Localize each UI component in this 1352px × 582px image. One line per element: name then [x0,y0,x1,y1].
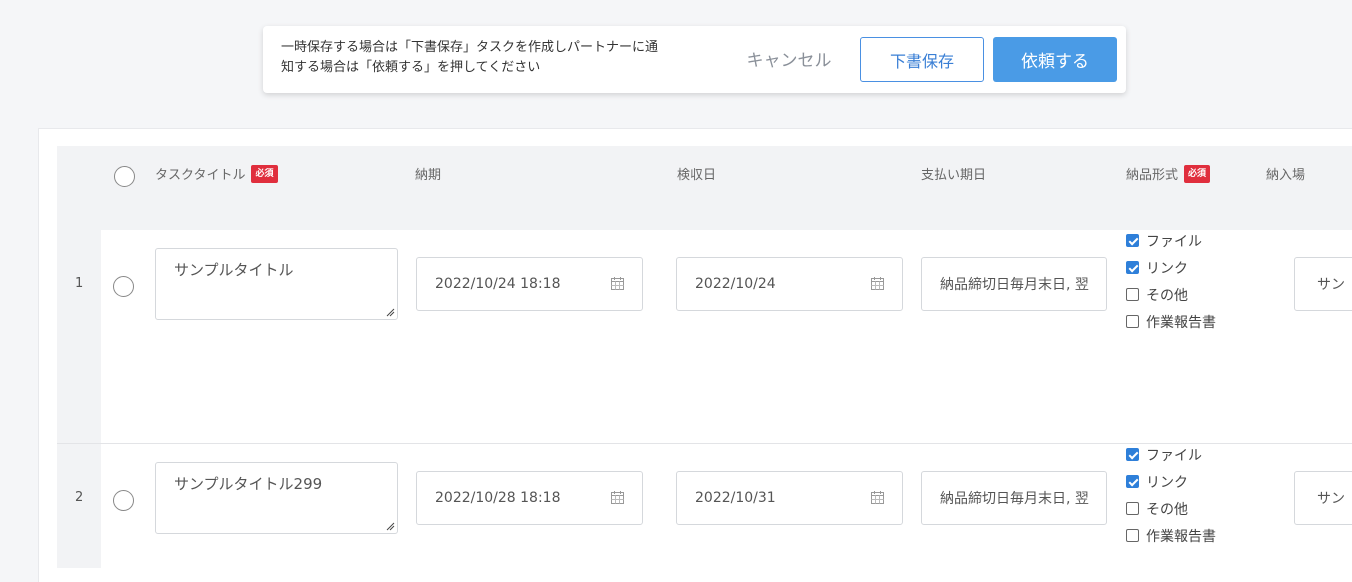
checkbox-label: 作業報告書 [1146,528,1216,545]
header-delivery-format: 納品形式 必須 [1126,164,1211,183]
checkbox-file[interactable]: ファイル [1126,441,1216,468]
checkbox-other[interactable]: その他 [1126,281,1216,308]
checkbox-other[interactable]: その他 [1126,495,1216,522]
checkbox-unchecked[interactable] [1126,502,1139,515]
checkbox-label: その他 [1146,287,1188,304]
due-date-value: 2022/10/28 18:18 [435,490,561,506]
row-select-radio[interactable] [113,276,134,297]
header-task-title: タスクタイトル 必須 [155,164,278,183]
task-title-value: サンプルタイトル [174,261,294,279]
inspection-date-input[interactable]: 2022/10/31 [676,471,903,525]
payment-due-input[interactable]: 納品締切日毎月末日, 翌 [921,257,1107,311]
checkbox-checked[interactable] [1126,475,1139,488]
header-payment: 支払い期日 [921,168,987,183]
calendar-icon[interactable] [611,277,624,290]
checkbox-label: 作業報告書 [1146,314,1216,331]
table-header: タスクタイトル 必須 納期 検収日 支払い期日 納品形式 必須 納入場 [57,146,1352,230]
checkbox-unchecked[interactable] [1126,529,1139,542]
header-delivery-format-label: 納品形式 [1126,168,1179,183]
checkbox-checked[interactable] [1126,448,1139,461]
header-due: 納期 [415,168,442,183]
action-message: 一時保存する場合は「下書保存」タスクを作成しパートナーに通 知する場合は「依頼す… [281,38,721,78]
calendar-icon[interactable] [871,277,884,290]
select-all-radio[interactable] [114,166,135,187]
payment-due-input[interactable]: 納品締切日毎月末日, 翌 [921,471,1107,525]
row-number-cell [57,444,101,568]
calendar-icon[interactable] [611,491,624,504]
task-title-value: サンプルタイトル299 [174,475,323,493]
inspection-date-value: 2022/10/24 [695,276,776,292]
task-title-input[interactable]: サンプルタイトル [155,248,398,320]
action-message-line2: 知する場合は「依頼する」を押してください [281,60,541,75]
checkbox-label: ファイル [1146,233,1202,250]
header-inspection: 検収日 [677,168,717,183]
required-badge: 必須 [1184,164,1211,183]
resize-handle-icon[interactable] [385,521,395,531]
checkbox-link[interactable]: リンク [1126,468,1216,495]
delivery-format-checkboxes: ファイル リンク その他 作業報告書 [1126,441,1216,549]
delivery-place-input[interactable]: サン [1294,471,1352,525]
checkbox-label: リンク [1146,474,1188,491]
header-delivery-place: 納入場 [1266,168,1306,183]
delivery-place-input[interactable]: サン [1294,257,1352,311]
resize-handle-icon[interactable] [385,307,395,317]
checkbox-work-report[interactable]: 作業報告書 [1126,522,1216,549]
checkbox-link[interactable]: リンク [1126,254,1216,281]
checkbox-label: ファイル [1146,447,1202,464]
inspection-date-value: 2022/10/31 [695,490,776,506]
save-draft-button[interactable]: 下書保存 [860,37,984,82]
checkbox-label: その他 [1146,501,1188,518]
checkbox-checked[interactable] [1126,234,1139,247]
delivery-place-value: サン [1317,277,1345,293]
checkbox-label: リンク [1146,260,1188,277]
due-date-input[interactable]: 2022/10/28 18:18 [416,471,643,525]
checkbox-unchecked[interactable] [1126,288,1139,301]
row-number: 2 [75,490,84,505]
checkbox-unchecked[interactable] [1126,315,1139,328]
calendar-icon[interactable] [871,491,884,504]
delivery-format-checkboxes: ファイル リンク その他 作業報告書 [1126,227,1216,335]
row-select-radio[interactable] [113,490,134,511]
request-button[interactable]: 依頼する [993,37,1117,82]
delivery-place-value: サン [1317,491,1345,507]
action-message-line1: 一時保存する場合は「下書保存」タスクを作成しパートナーに通 [281,40,659,55]
required-badge: 必須 [251,164,278,183]
inspection-date-input[interactable]: 2022/10/24 [676,257,903,311]
due-date-value: 2022/10/24 18:18 [435,276,561,292]
checkbox-checked[interactable] [1126,261,1139,274]
row-number-cell [57,230,101,443]
due-date-input[interactable]: 2022/10/24 18:18 [416,257,643,311]
payment-due-value: 納品締切日毎月末日, 翌 [940,277,1089,293]
row-number: 1 [75,276,84,291]
header-task-title-label: タスクタイトル [155,168,246,183]
payment-due-value: 納品締切日毎月末日, 翌 [940,491,1089,507]
cancel-button[interactable]: キャンセル [733,38,845,78]
checkbox-file[interactable]: ファイル [1126,227,1216,254]
checkbox-work-report[interactable]: 作業報告書 [1126,308,1216,335]
task-title-input[interactable]: サンプルタイトル299 [155,462,398,534]
action-bar: 一時保存する場合は「下書保存」タスクを作成しパートナーに通 知する場合は「依頼す… [263,26,1126,93]
